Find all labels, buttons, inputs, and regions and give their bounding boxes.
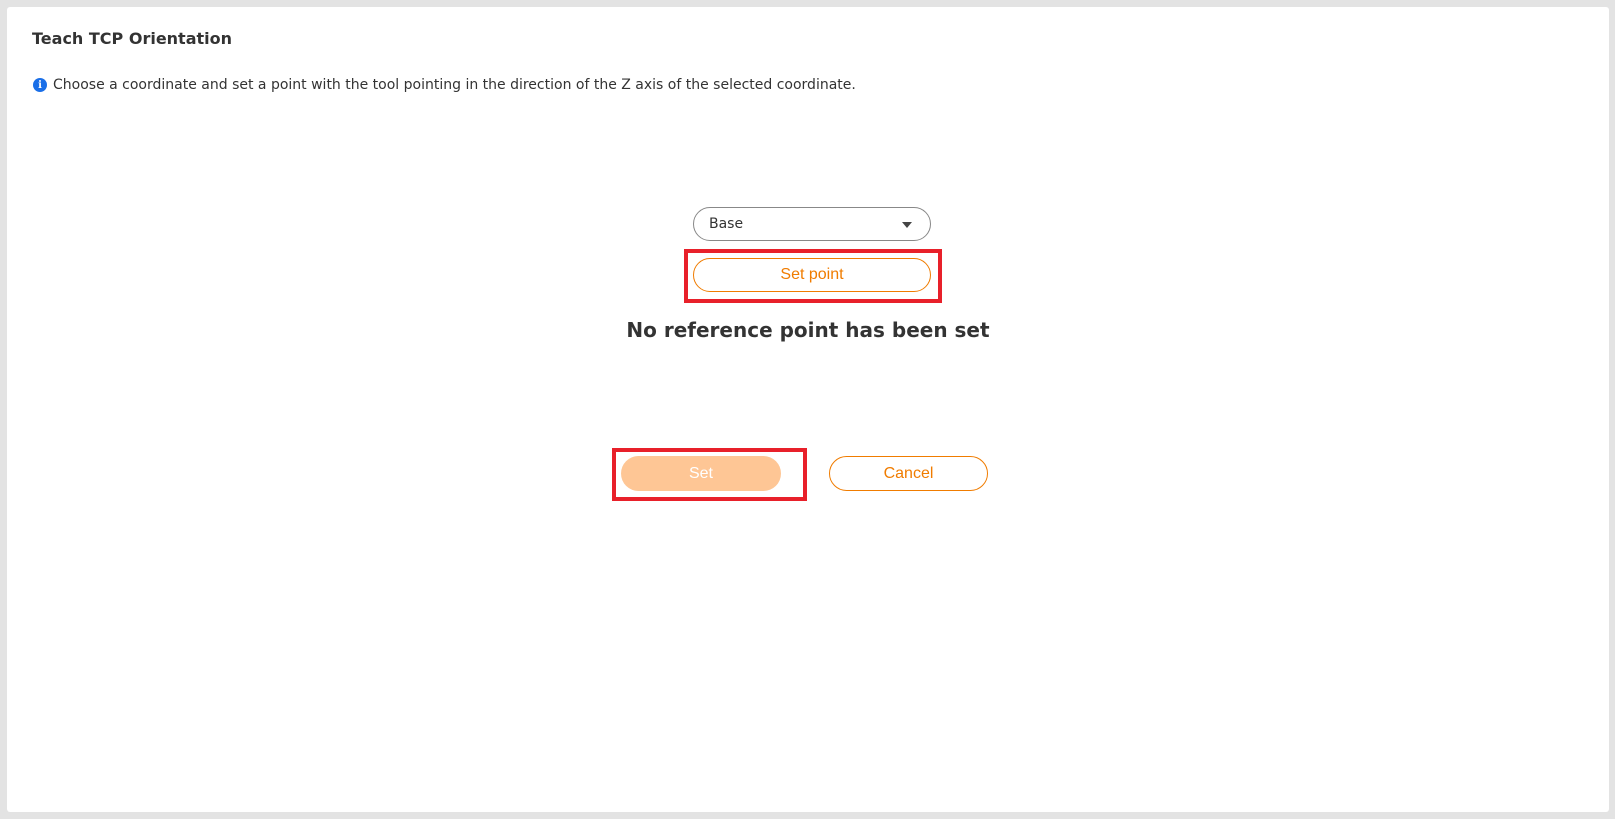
status-message: No reference point has been set [626,318,990,342]
cancel-button[interactable]: Cancel [829,456,988,491]
set-button[interactable]: Set [621,456,781,491]
dialog-title: Teach TCP Orientation [32,29,233,48]
info-text: Choose a coordinate and set a point with… [53,77,856,93]
coordinate-select-value: Base [709,216,744,232]
coordinate-select[interactable]: Base [693,207,931,241]
info-icon: i [33,78,47,92]
teach-tcp-orientation-dialog: Teach TCP Orientation i Choose a coordin… [7,7,1609,812]
info-message: i Choose a coordinate and set a point wi… [33,77,856,93]
chevron-down-icon [902,222,912,228]
set-point-button[interactable]: Set point [693,258,931,292]
